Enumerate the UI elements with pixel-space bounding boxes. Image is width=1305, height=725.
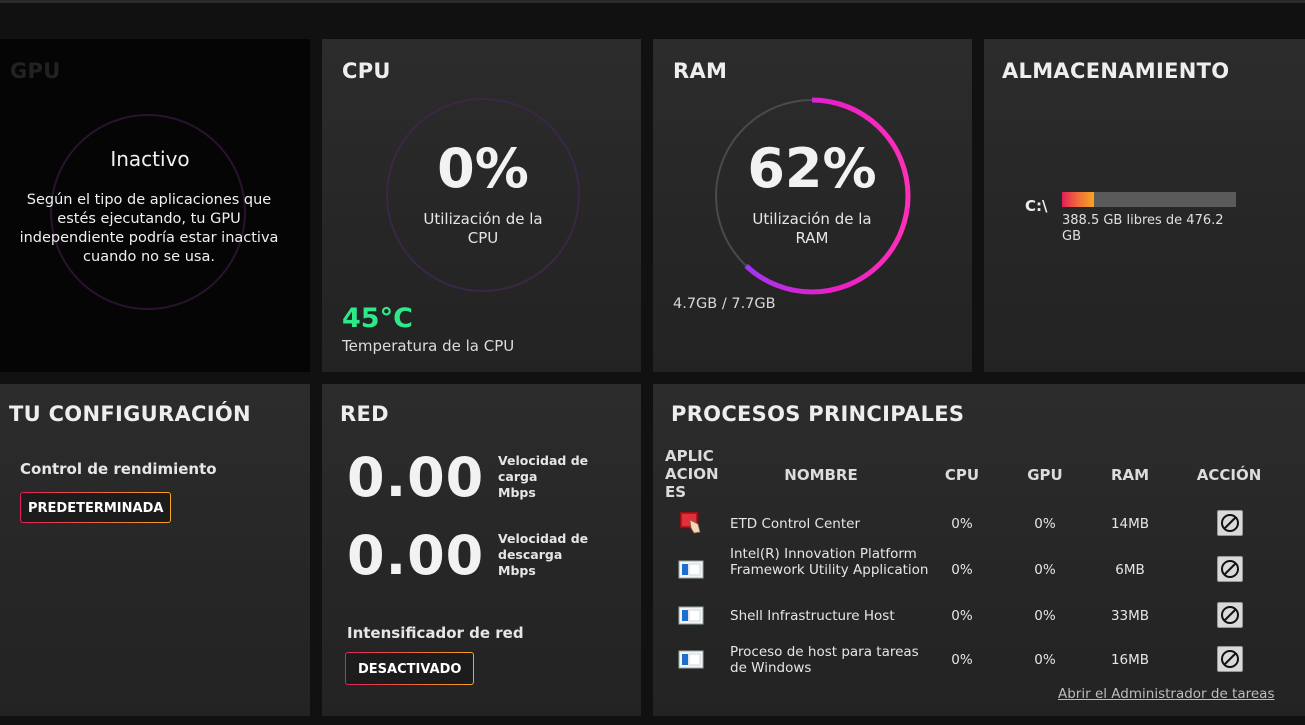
drive-label: C:\ [1025,197,1048,215]
process-cpu: 0% [951,608,973,624]
window-app-icon [678,650,704,669]
processes-title: PROCESOS PRINCIPALES [671,402,965,426]
config-card: TU CONFIGURACIÓN Control de rendimiento … [0,384,310,716]
ram-percent: 62% [747,137,877,200]
drive-usage-bar [1062,192,1236,207]
gpu-description: Según el tipo de aplicaciones que estés … [19,192,279,265]
ram-util-label: Utilización de la RAM [752,210,872,247]
top-bar [0,0,1305,3]
bottom-bar [0,716,1305,725]
cpu-temperature-label: Temperatura de la CPU [342,337,515,355]
cpu-title: CPU [342,59,391,83]
download-label: Velocidad de descarga [498,531,589,562]
ram-title: RAM [673,59,728,83]
process-gpu: 0% [1034,608,1056,624]
upload-label: Velocidad de carga [498,453,589,484]
header-gpu: GPU [1027,466,1063,484]
config-title: TU CONFIGURACIÓN [9,402,251,426]
process-name: Intel(R) Innovation Platform Framework U… [730,546,929,578]
end-process-button[interactable] [1217,556,1243,582]
process-name: Shell Infrastructure Host [730,608,895,624]
download-value: 0.00 [347,524,485,587]
open-task-manager-link[interactable]: Abrir el Administrador de tareas [1058,686,1275,702]
download-label-block: Velocidad de descarga Mbps [498,531,608,579]
upload-value: 0.00 [347,446,485,509]
storage-card: ALMACENAMIENTO C:\ 388.5 GB libres de 47… [984,39,1305,372]
network-title: RED [340,402,389,426]
window-app-icon [678,606,704,625]
process-gpu: 0% [1034,652,1056,668]
window-app-icon [678,560,704,579]
end-process-button[interactable] [1217,646,1243,672]
drive-free-text: 388.5 GB libres de 476.2 GB [1062,213,1224,244]
process-cpu: 0% [951,516,973,532]
upload-unit: Mbps [498,485,536,500]
network-card: RED 0.00 Velocidad de carga Mbps 0.00 Ve… [322,384,641,716]
process-ram: 6MB [1115,562,1145,578]
header-apps: APLIC ACION ES [665,447,719,501]
header-cpu: CPU [944,466,980,484]
process-name: ETD Control Center [730,516,860,532]
process-gpu: 0% [1034,516,1056,532]
process-ram: 16MB [1110,652,1150,668]
block-icon [1221,560,1239,578]
upload-label-block: Velocidad de carga Mbps [498,453,608,501]
gpu-state: Inactivo [110,147,190,171]
ram-usage-text: 4.7GB / 7.7GB [673,296,776,312]
network-booster-label: Intensificador de red [347,624,524,642]
cpu-temperature: 45°C [342,303,413,334]
ram-card: RAM 62% Utilización de la RAM 4.7GB / 7.… [653,39,972,372]
header-ram: RAM [1110,466,1150,484]
network-booster-button[interactable]: DESACTIVADO [345,652,474,685]
process-cpu: 0% [951,652,973,668]
performance-mode-button[interactable]: PREDETERMINADA [20,492,171,523]
process-cpu: 0% [951,562,973,578]
header-name: NOMBRE [784,466,858,484]
processes-card: PROCESOS PRINCIPALES APLIC ACION ES NOMB… [653,384,1305,716]
process-ram: 14MB [1110,516,1150,532]
process-name: Proceso de host para tareas de Windows [730,644,919,676]
block-icon [1221,650,1239,668]
block-icon [1221,606,1239,624]
etd-control-center-icon [679,511,701,534]
gpu-card: GPU Inactivo Según el tipo de aplicacion… [0,39,310,372]
process-ram: 33MB [1110,608,1150,624]
block-icon [1221,514,1239,532]
cpu-util-label: Utilización de la CPU [423,210,543,247]
download-unit: Mbps [498,563,536,578]
drive-usage-fill [1062,192,1095,207]
end-process-button[interactable] [1217,510,1243,536]
cpu-percent: 0% [437,137,529,200]
storage-title: ALMACENAMIENTO [1002,59,1230,83]
header-action: ACCIÓN [1196,466,1262,484]
process-gpu: 0% [1034,562,1056,578]
end-process-button[interactable] [1217,602,1243,628]
cpu-card: CPU 0% Utilización de la CPU 45°C Temper… [322,39,641,372]
performance-control-label: Control de rendimiento [20,460,217,478]
gpu-title: GPU [10,59,61,83]
